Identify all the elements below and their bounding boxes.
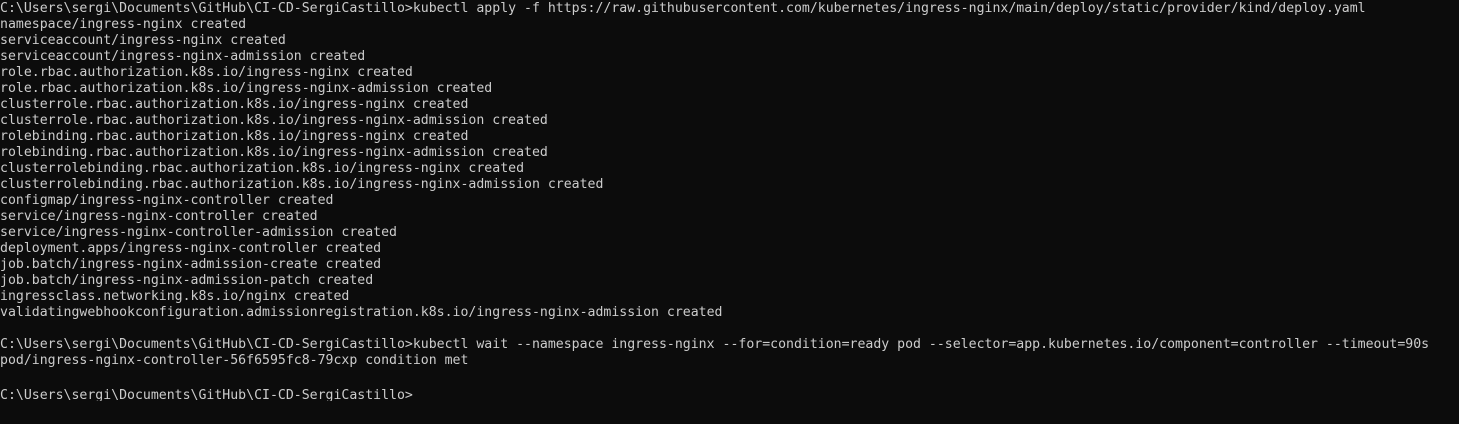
output-line: serviceaccount/ingress-nginx-admission c… [0,49,366,64]
output-line: role.rbac.authorization.k8s.io/ingress-n… [0,65,413,80]
output-line: rolebinding.rbac.authorization.k8s.io/in… [0,129,469,144]
output-line: deployment.apps/ingress-nginx-controller… [0,241,382,256]
command-line: C:\Users\sergi\Documents\GitHub\CI-CD-Se… [0,337,1430,352]
output-line: configmap/ingress-nginx-controller creat… [0,193,334,208]
output-line: service/ingress-nginx-controller-admissi… [0,225,397,240]
terminal-output[interactable]: C:\Users\sergi\Documents\GitHub\CI-CD-Se… [0,0,1459,424]
prompt-line[interactable]: C:\Users\sergi\Documents\GitHub\CI-CD-Se… [0,385,1459,401]
output-line: job.batch/ingress-nginx-admission-patch … [0,273,374,288]
output-line: rolebinding.rbac.authorization.k8s.io/in… [0,145,548,160]
command-line: C:\Users\sergi\Documents\GitHub\CI-CD-Se… [0,1,1366,16]
output-line: namespace/ingress-nginx created [0,17,247,32]
output-line: clusterrole.rbac.authorization.k8s.io/in… [0,97,469,112]
output-line: pod/ingress-nginx-controller-56f6595fc8-… [0,353,469,368]
output-line: role.rbac.authorization.k8s.io/ingress-n… [0,81,493,96]
output-line: service/ingress-nginx-controller created [0,209,318,224]
output-line: ingressclass.networking.k8s.io/nginx cre… [0,289,350,304]
prompt: C:\Users\sergi\Documents\GitHub\CI-CD-Se… [0,388,413,401]
output-line: validatingwebhookconfiguration.admission… [0,305,723,320]
output-line: job.batch/ingress-nginx-admission-create… [0,257,382,272]
output-line: clusterrolebinding.rbac.authorization.k8… [0,177,604,192]
output-line: clusterrolebinding.rbac.authorization.k8… [0,161,525,176]
output-line: clusterrole.rbac.authorization.k8s.io/in… [0,113,548,128]
output-line: serviceaccount/ingress-nginx created [0,33,286,48]
